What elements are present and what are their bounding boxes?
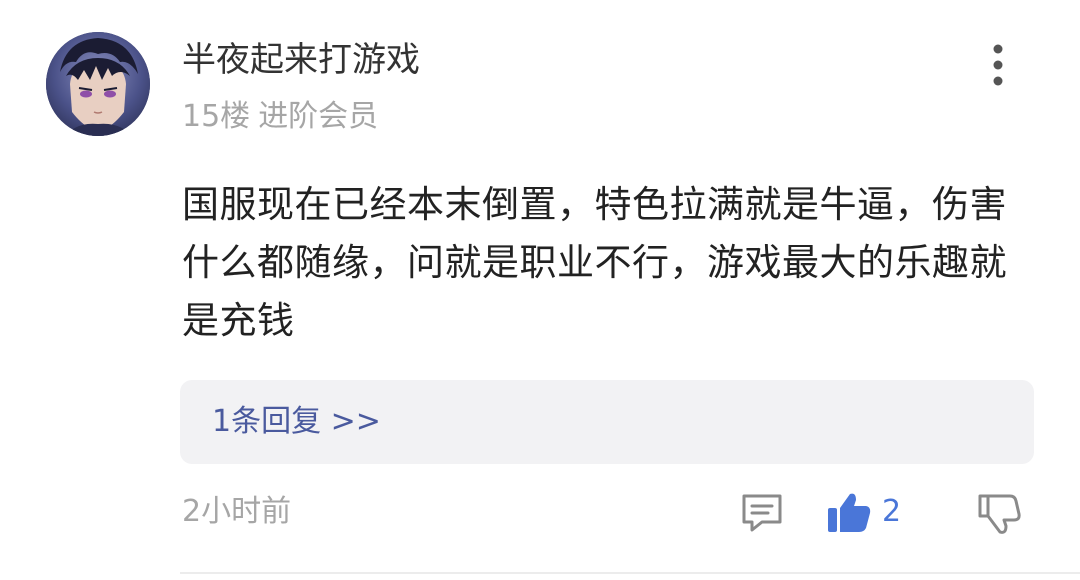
like-button[interactable]: 2 [826,490,901,536]
dislike-button[interactable] [976,490,1022,536]
like-count: 2 [882,494,902,529]
comment-icon [742,494,782,532]
comment-content: 国服现在已经本末倒置，特色拉满就是牛逼，伤害什么都随缘，问就是职业不行，游戏最大… [182,183,1007,342]
avatar-image [46,32,150,136]
post-meta: 15楼 进阶会员 [182,96,378,138]
divider [180,572,1080,574]
more-vertical-icon [993,44,1003,86]
username[interactable]: 半夜起来打游戏 [182,38,420,82]
reply-box[interactable]: 1条回复 >> [180,380,1034,464]
thumbs-up-icon [828,493,871,532]
thumbs-down-icon [978,494,1021,534]
more-options-button[interactable] [978,40,1018,90]
comment-button[interactable] [740,492,784,534]
floor-number: 15楼 [182,99,251,134]
view-replies-link[interactable]: 1条回复 >> [212,400,381,444]
timestamp: 2小时前 [182,494,292,529]
comment-card: 半夜起来打游戏 15楼 进阶会员 国服现在已经本末倒置，特色拉满就是牛逼，伤害什么… [0,0,1080,580]
avatar[interactable] [46,32,150,136]
member-level: 进阶会员 [258,99,379,134]
